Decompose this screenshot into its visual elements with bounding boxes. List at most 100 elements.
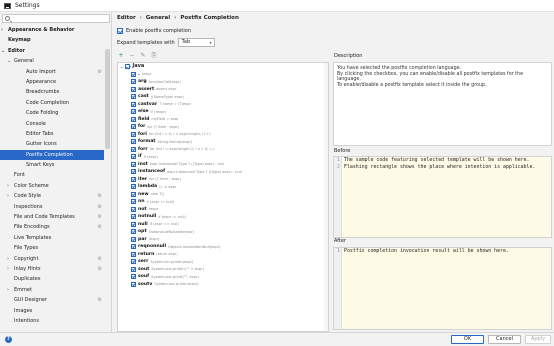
template-checkbox[interactable] bbox=[131, 154, 136, 160]
help-button[interactable]: ? bbox=[5, 336, 12, 343]
sidebar-item-auto-import[interactable]: Auto Import ⚙ bbox=[0, 67, 104, 77]
template-checkbox[interactable] bbox=[131, 221, 136, 227]
template-checkbox[interactable] bbox=[131, 139, 136, 145]
sidebar-item-editor[interactable]: ⌄ Editor bbox=[0, 46, 104, 56]
sidebar-item-emmet[interactable]: › Emmet bbox=[0, 285, 104, 295]
template-checkbox[interactable] bbox=[131, 71, 136, 77]
sidebar-item-intentions[interactable]: Intentions bbox=[0, 316, 104, 326]
chevron-right-icon[interactable]: › bbox=[7, 285, 9, 295]
template-row[interactable]: for for (T item : expr) bbox=[118, 123, 328, 131]
template-checkbox[interactable] bbox=[131, 199, 136, 205]
sidebar-item-general[interactable]: ⌄ General bbox=[0, 56, 104, 66]
template-checkbox[interactable] bbox=[131, 251, 136, 257]
edit-template-button[interactable]: ✎ bbox=[139, 52, 147, 60]
template-checkbox[interactable] bbox=[131, 86, 136, 92]
template-row[interactable]: sout System.out.println("" + expr) bbox=[118, 266, 328, 274]
sidebar-item-font[interactable]: Font bbox=[0, 170, 104, 180]
template-checkbox[interactable] bbox=[131, 274, 136, 280]
sidebar-item-gutter-icons[interactable]: Gutter Icons bbox=[0, 139, 104, 149]
template-row[interactable]: if if (expr) bbox=[118, 153, 328, 161]
sidebar-item-file-encodings[interactable]: File Encodings ⚙ bbox=[0, 222, 104, 232]
template-row[interactable]: null if (expr == null) bbox=[118, 221, 328, 229]
template-row[interactable]: field myField = expr bbox=[118, 116, 328, 124]
template-checkbox[interactable] bbox=[131, 281, 136, 287]
chevron-down-icon[interactable]: ⌄ bbox=[7, 56, 11, 66]
template-group-java[interactable]: ⌄ Java bbox=[118, 63, 328, 71]
apply-button[interactable]: Apply bbox=[525, 335, 551, 344]
template-row[interactable]: opt Optional.ofNullable(expr) bbox=[118, 228, 328, 236]
template-checkbox[interactable] bbox=[131, 191, 136, 197]
sidebar-item-postfix-completion[interactable]: Postfix Completion bbox=[0, 149, 104, 161]
sidebar-item-copyright[interactable]: › Copyright ⚙ bbox=[0, 254, 104, 264]
template-checkbox[interactable] bbox=[131, 236, 136, 242]
scrollbar-thumb[interactable] bbox=[105, 49, 110, 149]
remove-template-button[interactable]: − bbox=[128, 52, 136, 60]
template-row[interactable]: else if (!expr) bbox=[118, 108, 328, 116]
template-checkbox[interactable] bbox=[131, 184, 136, 190]
template-checkbox[interactable] bbox=[131, 101, 136, 107]
sidebar-item-appearance[interactable]: Appearance bbox=[0, 77, 104, 87]
template-row[interactable]: not !expr bbox=[118, 206, 328, 214]
template-checkbox[interactable] bbox=[131, 109, 136, 115]
sidebar-item-console[interactable]: Console bbox=[0, 119, 104, 129]
template-row[interactable]: format String.format(expr) bbox=[118, 138, 328, 146]
sidebar-item-appearance-behavior[interactable]: › Appearance & Behavior bbox=[0, 25, 104, 35]
template-row[interactable]: forr for (int i = expr.length-1; i >= 0; … bbox=[118, 146, 328, 154]
sidebar-item-inlay-hints[interactable]: › Inlay Hints ⚙ bbox=[0, 264, 104, 274]
template-row[interactable]: nn if (expr != null) bbox=[118, 198, 328, 206]
template-row[interactable]: notnull if (expr != null) bbox=[118, 213, 328, 221]
sidebar-item-code-style[interactable]: › Code Style ⚙ bbox=[0, 191, 104, 201]
enable-postfix-checkbox[interactable] bbox=[117, 28, 123, 34]
template-row[interactable]: fori for (int i = 0; i < expr.length; i++… bbox=[118, 131, 328, 139]
sidebar-item-inspections[interactable]: Inspections ⚙ bbox=[0, 202, 104, 212]
sidebar-item-images[interactable]: Images bbox=[0, 306, 104, 316]
template-checkbox[interactable] bbox=[131, 116, 136, 122]
sidebar-item-code-completion[interactable]: Code Completion bbox=[0, 98, 104, 108]
enable-postfix-row[interactable]: Enable postfix completion bbox=[117, 27, 191, 35]
ok-button[interactable]: OK bbox=[451, 335, 484, 344]
template-row[interactable]: return return expr; bbox=[118, 251, 328, 259]
cancel-button[interactable]: Cancel bbox=[488, 335, 521, 344]
templates-scrollbar[interactable] bbox=[324, 63, 328, 331]
sidebar-item-keymap[interactable]: Keymap bbox=[0, 35, 104, 45]
sidebar-item-editor-tabs[interactable]: Editor Tabs bbox=[0, 129, 104, 139]
sidebar-item-code-folding[interactable]: Code Folding bbox=[0, 108, 104, 118]
template-checkbox[interactable] bbox=[131, 266, 136, 272]
template-checkbox[interactable] bbox=[131, 229, 136, 235]
chevron-down-icon[interactable]: ⌄ bbox=[120, 63, 123, 71]
chevron-right-icon[interactable]: › bbox=[7, 254, 9, 264]
sidebar-item-breadcrumbs[interactable]: Breadcrumbs bbox=[0, 87, 104, 97]
sidebar-item-smart-keys[interactable]: Smart Keys bbox=[0, 160, 104, 170]
template-checkbox[interactable] bbox=[131, 244, 136, 250]
sidebar-item-color-scheme[interactable]: › Color Scheme bbox=[0, 181, 104, 191]
template-row[interactable]: . !expr bbox=[118, 71, 328, 79]
settings-search-input[interactable] bbox=[2, 14, 110, 23]
add-template-button[interactable]: + bbox=[117, 52, 125, 60]
template-row[interactable]: par (expr) bbox=[118, 236, 328, 244]
template-row[interactable]: inst expr instanceof Type ? ((Type) expr)… bbox=[118, 161, 328, 169]
group-checkbox[interactable] bbox=[125, 64, 131, 70]
template-row[interactable]: iter for (T item : expr) bbox=[118, 176, 328, 184]
template-checkbox[interactable] bbox=[131, 259, 136, 265]
template-checkbox[interactable] bbox=[131, 131, 136, 137]
template-row[interactable]: soutv System.out.println(expr) bbox=[118, 281, 328, 289]
template-checkbox[interactable] bbox=[131, 94, 136, 100]
template-row[interactable]: arg functionCall(expr) bbox=[118, 78, 328, 86]
expand-key-dropdown[interactable]: Tab ▾ bbox=[177, 38, 215, 47]
template-checkbox[interactable] bbox=[131, 169, 136, 175]
sidebar-item-duplicates[interactable]: Duplicates bbox=[0, 274, 104, 284]
template-row[interactable]: instanceof expr instanceof Type ? ((Type)… bbox=[118, 168, 328, 176]
chevron-down-icon[interactable]: ⌄ bbox=[1, 46, 5, 56]
template-checkbox[interactable] bbox=[131, 214, 136, 220]
template-checkbox[interactable] bbox=[131, 124, 136, 130]
template-checkbox[interactable] bbox=[131, 161, 136, 167]
sidebar-item-file-and-code-templates[interactable]: File and Code Templates ⚙ bbox=[0, 212, 104, 222]
template-checkbox[interactable] bbox=[131, 146, 136, 152]
chevron-right-icon[interactable]: › bbox=[7, 191, 9, 201]
chevron-right-icon[interactable]: › bbox=[1, 25, 3, 35]
template-row[interactable]: souf System.out.printf("", expr) bbox=[118, 273, 328, 281]
template-checkbox[interactable] bbox=[131, 176, 136, 182]
sidebar-item-file-types[interactable]: File Types bbox=[0, 243, 104, 253]
chevron-right-icon[interactable]: › bbox=[7, 264, 9, 274]
copy-template-button[interactable]: ⎘ bbox=[150, 52, 158, 60]
